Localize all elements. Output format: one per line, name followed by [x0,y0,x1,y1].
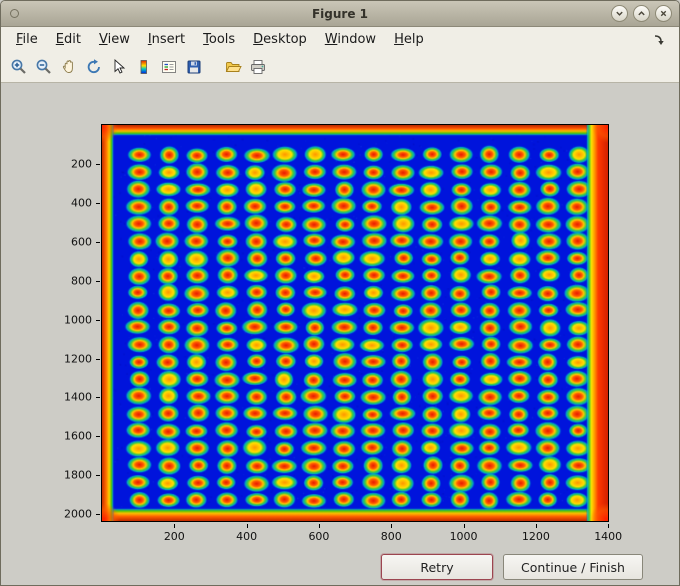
y-tick-mark [96,397,100,399]
y-tick-label: 1000 [64,313,92,327]
menubar: File Edit View Insert Tools Desktop Wind… [1,27,679,52]
open-button[interactable] [221,56,244,79]
menu-window[interactable]: Window [316,29,385,50]
dock-arrow-icon [654,34,664,45]
menu-view[interactable]: View [90,29,139,50]
menu-desktop[interactable]: Desktop [244,29,316,50]
save-floppy-icon [187,60,200,74]
figure-window: Figure 1 File Edit View Insert Tools Des… [0,0,680,586]
axes: 200 400 600 800 1000 1200 1400 200 400 600 800 1000… [64,124,622,543]
y-tick-label: 1200 [64,352,92,366]
y-tick-label: 1600 [64,429,92,443]
x-tick-mark [608,524,610,528]
y-tick-mark [96,514,100,516]
menu-insert[interactable]: Insert [139,29,194,50]
x-tick-label: 400 [236,530,258,543]
insert-legend-button[interactable] [157,56,180,79]
plot-canvas[interactable] [101,124,609,522]
x-tick-mark [391,524,393,528]
x-tick-label: 1000 [449,530,478,543]
y-tick-mark [96,163,100,165]
chevron-up-icon [638,11,645,16]
y-tick-label: 400 [71,196,92,210]
save-button[interactable] [182,56,205,79]
close-icon [660,10,667,17]
y-tick-mark [96,202,100,204]
x-tick-mark [174,524,176,528]
y-tick-mark [96,475,100,477]
y-tick-mark [96,280,100,282]
open-folder-icon [225,62,242,72]
y-tick-label: 200 [71,157,92,171]
y-tick-label: 1400 [64,390,92,404]
figure-toolbar [1,52,679,83]
x-tick-mark [246,524,248,528]
print-icon [250,60,265,74]
menu-file[interactable]: File [7,29,47,50]
y-tick-mark [96,436,100,438]
continue-finish-button[interactable]: Continue / Finish [503,554,643,580]
insert-colorbar-button[interactable] [132,56,155,79]
dock-figure-button[interactable] [652,33,666,47]
print-button[interactable] [246,56,269,79]
menu-edit[interactable]: Edit [47,29,90,50]
zoom-in-button[interactable] [7,56,30,79]
y-tick-mark [96,241,100,243]
x-tick-label: 800 [380,530,402,543]
zoom-out-button[interactable] [32,56,55,79]
close-button[interactable] [655,5,672,22]
pan-button[interactable] [57,56,80,79]
data-cursor-button[interactable] [107,56,130,79]
data-cursor-icon [114,58,125,74]
menu-tools[interactable]: Tools [194,29,244,50]
rotate-3d-icon [87,59,100,74]
minimize-button[interactable] [611,5,628,22]
y-tick-mark [96,358,100,360]
figure-canvas-area: 200 400 600 800 1000 1200 1400 200 400 600 800 1000… [1,83,679,585]
window-title: Figure 1 [311,6,369,21]
x-tick-label: 600 [308,530,330,543]
dialog-button-row: Retry Continue / Finish [381,554,643,580]
toolbar-separator [207,52,219,82]
y-tick-mark [96,319,100,321]
x-tick-mark [463,524,465,528]
rotate-3d-button[interactable] [82,56,105,79]
x-tick-label: 200 [163,530,185,543]
maximize-button[interactable] [633,5,650,22]
window-controls [611,5,672,22]
chevron-down-icon [616,11,623,16]
x-tick-label: 1200 [521,530,550,543]
zoom-out-icon [36,59,51,74]
window-menu-icon[interactable] [10,9,19,18]
y-tick-label: 1800 [64,468,92,482]
x-tick-mark [318,524,320,528]
menu-help[interactable]: Help [385,29,433,50]
y-tick-label: 800 [71,274,92,288]
zoom-in-icon [11,59,26,74]
colorbar-icon [140,60,147,74]
y-tick-label: 2000 [64,507,92,521]
titlebar[interactable]: Figure 1 [1,1,679,27]
x-tick-label: 1400 [594,530,623,543]
y-tick-label: 600 [71,235,92,249]
pan-hand-icon [62,60,73,73]
x-tick-mark [535,524,537,528]
retry-button[interactable]: Retry [381,554,493,580]
legend-icon [161,61,176,73]
